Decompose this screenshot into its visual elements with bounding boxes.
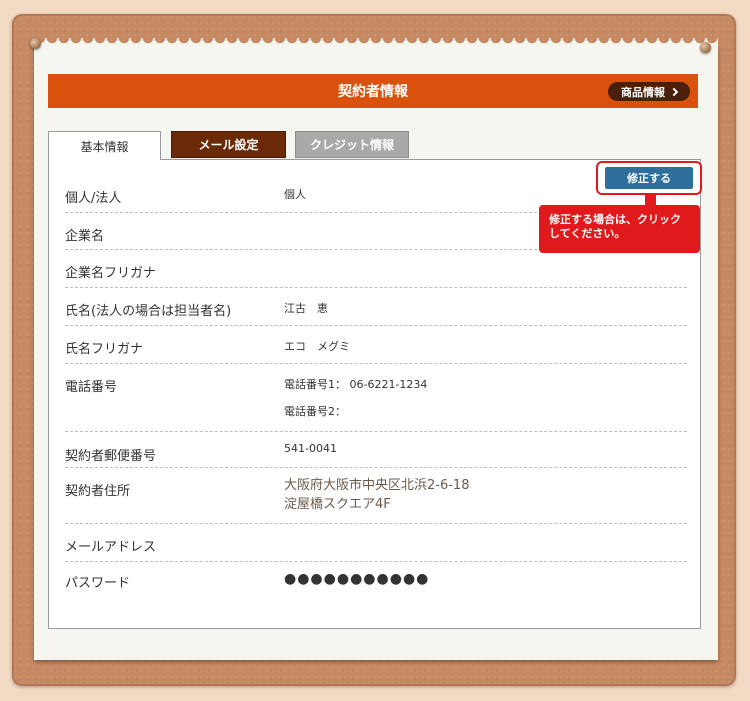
field-row-phone: 電話番号 電話番号1： 06-6221-1234 電話番号2： bbox=[65, 364, 687, 432]
field-label: パスワード bbox=[65, 576, 131, 591]
tab-mail-settings[interactable]: メール設定 bbox=[171, 131, 286, 158]
edit-button-highlight: 修正する bbox=[596, 161, 702, 195]
field-label: 氏名フリガナ bbox=[65, 342, 144, 357]
field-value-phone1: 電話番号1： 06-6221-1234 bbox=[284, 378, 428, 391]
field-label: 契約者郵便番号 bbox=[65, 449, 157, 464]
field-value: 541-0041 bbox=[284, 442, 337, 455]
field-label: 契約者住所 bbox=[65, 484, 131, 499]
hint-line1: 修正する場合は、クリック bbox=[549, 213, 681, 226]
field-value: エコ メグミ bbox=[284, 340, 350, 353]
hint-line2: してください。 bbox=[549, 227, 626, 240]
field-row-company-kana: 企業名フリガナ bbox=[65, 250, 687, 288]
tab-basic-info[interactable]: 基本情報 bbox=[48, 131, 161, 160]
field-row-email: メールアドレス bbox=[65, 524, 687, 562]
pin-icon bbox=[700, 42, 711, 53]
field-row-address: 契約者住所 大阪府大阪市中央区北浜2-6-18 淀屋橋スクエア4F bbox=[65, 468, 687, 524]
field-label: 電話番号 bbox=[65, 380, 118, 395]
address-line1: 大阪府大阪市中央区北浜2-6-18 bbox=[284, 478, 470, 493]
pin-icon bbox=[30, 38, 41, 49]
tab-credit-info[interactable]: クレジット情報 bbox=[295, 131, 409, 158]
field-value-password: ●●●●●●●●●●● bbox=[284, 571, 430, 587]
paper-torn-edge bbox=[34, 38, 718, 50]
field-row-name: 氏名(法人の場合は担当者名) 江古 恵 bbox=[65, 288, 687, 326]
field-label: 個人/法人 bbox=[65, 191, 122, 206]
field-value-phone2: 電話番号2： bbox=[284, 405, 346, 418]
field-label: 企業名フリガナ bbox=[65, 266, 157, 281]
edit-button[interactable]: 修正する bbox=[605, 167, 693, 189]
field-label: 氏名(法人の場合は担当者名) bbox=[65, 304, 232, 319]
page-title: 契約者情報 bbox=[338, 84, 408, 100]
field-label: 企業名 bbox=[65, 229, 105, 244]
product-info-button[interactable]: 商品情報 bbox=[608, 82, 690, 101]
field-row-name-kana: 氏名フリガナ エコ メグミ bbox=[65, 326, 687, 364]
field-row-password: パスワード ●●●●●●●●●●● bbox=[65, 562, 687, 598]
field-row-postal: 契約者郵便番号 541-0041 bbox=[65, 432, 687, 468]
field-value-address: 大阪府大阪市中央区北浜2-6-18 淀屋橋スクエア4F bbox=[284, 476, 469, 514]
field-value: 個人 bbox=[284, 188, 306, 201]
page-title-bar: 契約者情報 商品情報 bbox=[48, 74, 698, 108]
edit-hint-callout: 修正する場合は、クリック してください。 bbox=[539, 205, 700, 253]
field-label: メールアドレス bbox=[65, 540, 157, 555]
chevron-right-icon bbox=[669, 87, 679, 97]
address-line2: 淀屋橋スクエア4F bbox=[284, 497, 391, 512]
field-value: 江古 恵 bbox=[284, 302, 328, 315]
